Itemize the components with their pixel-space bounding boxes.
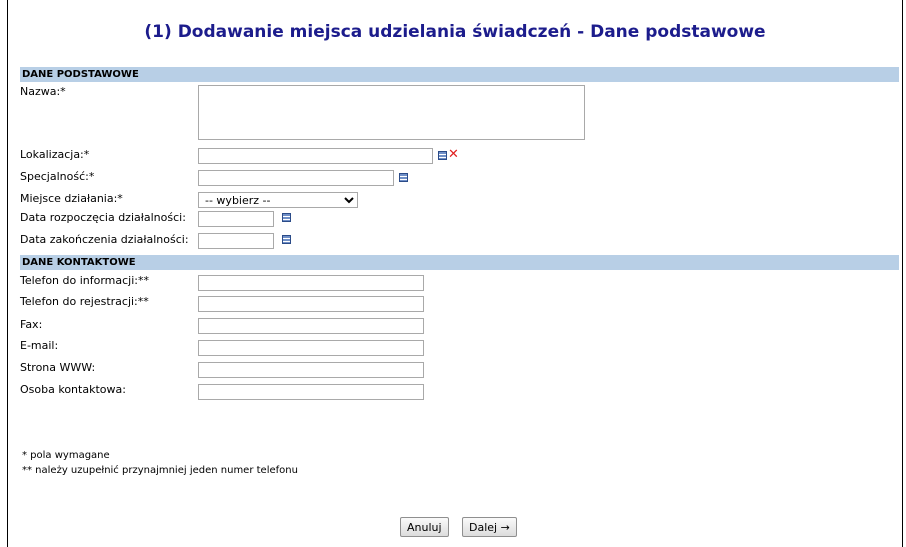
osoba-label: Osoba kontaktowa: bbox=[20, 383, 126, 396]
tel-info-label: Telefon do informacji:** bbox=[20, 274, 150, 287]
cancel-button[interactable]: Anuluj bbox=[400, 517, 449, 537]
next-button[interactable]: Dalej → bbox=[462, 517, 517, 537]
section-header-basic: DANE PODSTAWOWE bbox=[20, 67, 899, 82]
calendar-icon-end[interactable] bbox=[282, 235, 291, 244]
tel-rej-label: Telefon do rejestracji:** bbox=[20, 295, 149, 308]
page-title: (1) Dodawanie miejsca udzielania świadcz… bbox=[144, 22, 766, 42]
miejsce-label: Miejsce działania:* bbox=[20, 192, 123, 205]
nazwa-label: Nazwa:* bbox=[20, 85, 66, 98]
tel-rej-input[interactable] bbox=[198, 296, 424, 312]
section-header-contact: DANE KONTAKTOWE bbox=[20, 255, 899, 270]
form-frame: (1) Dodawanie miejsca udzielania świadcz… bbox=[7, 0, 903, 547]
lokalizacja-list-icon[interactable] bbox=[438, 151, 447, 160]
fax-label: Fax: bbox=[20, 318, 43, 331]
data-rozpoczecia-input[interactable] bbox=[198, 211, 274, 227]
lokalizacja-clear-icon[interactable]: ✕ bbox=[448, 148, 459, 161]
fax-input[interactable] bbox=[198, 318, 424, 334]
lokalizacja-label: Lokalizacja:* bbox=[20, 148, 90, 161]
specjalnosc-list-icon[interactable] bbox=[399, 173, 408, 182]
phone-note: ** należy uzupełnić przynajmniej jeden n… bbox=[22, 465, 298, 476]
data-zakonczenia-label: Data zakończenia działalności: bbox=[20, 233, 189, 246]
email-label: E-mail: bbox=[20, 339, 59, 352]
miejsce-select[interactable]: -- wybierz -- bbox=[198, 192, 358, 208]
tel-info-input[interactable] bbox=[198, 275, 424, 291]
required-note: * pola wymagane bbox=[22, 450, 110, 461]
specjalnosc-input[interactable] bbox=[198, 170, 394, 186]
data-rozpoczecia-label: Data rozpoczęcia działalności: bbox=[20, 211, 186, 224]
email-input[interactable] bbox=[198, 340, 424, 356]
calendar-icon-start[interactable] bbox=[282, 213, 291, 222]
data-zakonczenia-input[interactable] bbox=[198, 233, 274, 249]
nazwa-textarea[interactable] bbox=[198, 85, 585, 140]
osoba-input[interactable] bbox=[198, 384, 424, 400]
lokalizacja-input[interactable] bbox=[198, 148, 433, 164]
specjalnosc-label: Specjalność:* bbox=[20, 170, 95, 183]
www-input[interactable] bbox=[198, 362, 424, 378]
www-label: Strona WWW: bbox=[20, 361, 96, 374]
